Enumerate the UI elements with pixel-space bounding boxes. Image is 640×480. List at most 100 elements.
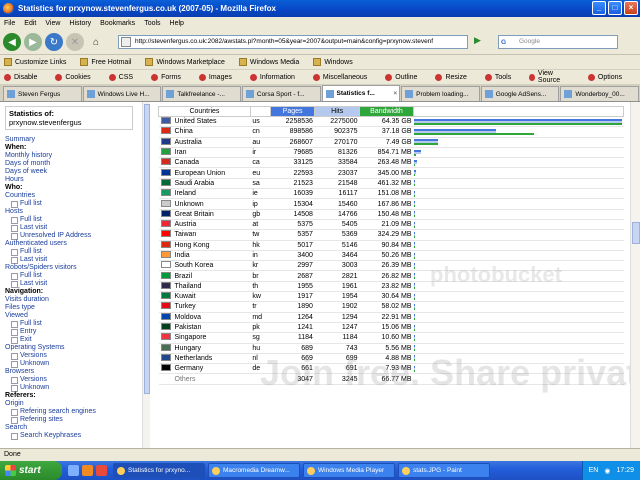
nav-link-robots-spiders-visitors[interactable]: Robots/Spiders visitors <box>5 264 145 272</box>
tab-steven-fergus[interactable]: Steven Fergus <box>3 86 82 101</box>
pages-value: 16039 <box>270 188 315 200</box>
forward-icon[interactable]: ▶ <box>24 33 42 51</box>
nav-sub-search-keyphrases[interactable]: Search Keyphrases <box>5 432 145 440</box>
nav-link-search[interactable]: Search <box>5 424 145 432</box>
nav-sub-entry[interactable]: Entry <box>5 328 145 336</box>
nav-sub-last-visit[interactable]: Last visit <box>5 280 145 288</box>
menu-tools[interactable]: Tools <box>144 20 160 27</box>
bookmark-windows-marketplace[interactable]: Windows Marketplace <box>145 58 231 66</box>
nav-sub-last-visit[interactable]: Last visit <box>5 224 145 232</box>
go-icon[interactable]: ▶ <box>474 35 490 49</box>
nav-sub-versions[interactable]: Versions <box>5 376 145 384</box>
devbar-cookies[interactable]: Cookies <box>55 73 99 81</box>
tab-problem-loading[interactable]: Problem loading... <box>401 86 480 101</box>
nav-sub-full-list[interactable]: Full list <box>5 200 145 208</box>
nav-link-monthly-history[interactable]: Monthly history <box>5 152 145 160</box>
nav-sub-unknown[interactable]: Unknown <box>5 384 145 392</box>
devbar-images[interactable]: Images <box>198 73 241 81</box>
search-input[interactable]: G Google <box>498 35 618 49</box>
nav-link-days-of-month[interactable]: Days of month <box>5 160 145 168</box>
stop-icon[interactable]: ✕ <box>66 33 84 51</box>
start-button[interactable]: start <box>0 461 62 480</box>
nav-link-browsers[interactable]: Browsers <box>5 368 145 376</box>
devbar-disable[interactable]: Disable <box>4 73 46 81</box>
taskbar-macromedia-dreamw[interactable]: Macromedia Dreamw... <box>208 463 300 478</box>
taskbar-windows-media-player[interactable]: Windows Media Player <box>303 463 395 478</box>
menu-edit[interactable]: Edit <box>24 20 36 27</box>
nav-sub-refering-search-engines[interactable]: Refering search engines <box>5 408 145 416</box>
scrollbar-thumb[interactable] <box>144 104 150 394</box>
nav-sub-versions[interactable]: Versions <box>5 352 145 360</box>
window-titlebar[interactable]: Statistics for prxynow.stevenfergus.co.u… <box>0 0 640 17</box>
flag-cell <box>158 373 173 385</box>
nav-sub-exit[interactable]: Exit <box>5 336 145 344</box>
scrollbar-thumb[interactable] <box>632 222 640 244</box>
nav-sub-unresolved-ip-address[interactable]: Unresolved IP Address <box>5 232 145 240</box>
nav-link-days-of-week[interactable]: Days of week <box>5 168 145 176</box>
devbar-css[interactable]: CSS <box>108 73 142 81</box>
nav-sub-full-list[interactable]: Full list <box>5 320 145 328</box>
menu-bookmarks[interactable]: Bookmarks <box>100 20 135 27</box>
address-bar[interactable]: http://stevenfergus.co.uk:2082/awstats.p… <box>118 35 468 49</box>
maximize-button[interactable]: □ <box>608 1 622 15</box>
nav-link-summary[interactable]: Summary <box>5 136 145 144</box>
bookmark-windows[interactable]: Windows <box>313 58 359 66</box>
tab-wonderboy-00[interactable]: Wonderboy_00... <box>560 86 639 101</box>
taskbar-stats-jpg-paint[interactable]: stats.JPG - Paint <box>398 463 490 478</box>
language-indicator[interactable]: EN <box>589 467 599 474</box>
devbar-resize[interactable]: Resize <box>435 73 475 81</box>
tab-statistics-f[interactable]: Statistics f... × <box>321 85 401 101</box>
bookmark-label: Free Hotmail <box>91 58 132 66</box>
devbar-forms[interactable]: Forms <box>151 73 190 81</box>
show-desktop-icon[interactable] <box>68 465 79 476</box>
bandwidth-value: 5.56 MB <box>359 343 414 354</box>
reload-icon[interactable]: ↻ <box>45 33 63 51</box>
nav-link-operating-systems[interactable]: Operating Systems <box>5 344 145 352</box>
nav-link-authenticated-users[interactable]: Authenticated users <box>5 240 145 248</box>
tab-talkfreelance[interactable]: Talkfreelance -... <box>162 86 241 101</box>
country-code: kr <box>250 260 271 272</box>
media-player-icon[interactable] <box>96 465 107 476</box>
nav-link-origin[interactable]: Origin <box>5 400 145 408</box>
page-scrollbar[interactable] <box>630 102 640 448</box>
sidebar-scrollbar[interactable] <box>142 102 150 448</box>
nav-link-viewed[interactable]: Viewed <box>5 312 145 320</box>
pages-value: 898586 <box>270 126 315 138</box>
nav-sub-full-list[interactable]: Full list <box>5 216 145 224</box>
menu-file[interactable]: File <box>4 20 15 27</box>
hits-value: 23037 <box>314 167 360 179</box>
taskbar-statistics-for-prxyno[interactable]: Statistics for prxyno... <box>113 463 205 478</box>
tray-icon[interactable]: ◉ <box>604 467 610 475</box>
nav-link-visits-duration[interactable]: Visits duration <box>5 296 145 304</box>
devbar-information[interactable]: Information <box>249 73 304 81</box>
devbar-view-source[interactable]: View Source <box>529 70 579 84</box>
home-icon[interactable]: ⌂ <box>87 33 105 51</box>
devbar-miscellaneous[interactable]: Miscellaneous <box>312 73 376 81</box>
close-button[interactable]: × <box>624 1 638 15</box>
nav-sub-refering-sites[interactable]: Refering sites <box>5 416 145 424</box>
menu-help[interactable]: Help <box>170 20 184 27</box>
nav-link-hours[interactable]: Hours <box>5 176 145 184</box>
back-icon[interactable]: ◀ <box>3 33 21 51</box>
minimize-button[interactable]: _ <box>592 1 606 15</box>
tab-corsa-sport-f[interactable]: Corsa Sport - f... <box>241 86 321 101</box>
firefox-launch-icon[interactable] <box>82 465 93 476</box>
nav-link-files-type[interactable]: Files type <box>5 304 145 312</box>
bookmark-windows-media[interactable]: Windows Media <box>238 58 306 66</box>
tab-windows-live-h[interactable]: Windows Live H... <box>82 86 162 101</box>
nav-sub-full-list[interactable]: Full list <box>5 248 145 256</box>
nav-sub-last-visit[interactable]: Last visit <box>5 256 145 264</box>
tab-google-adsens[interactable]: Google AdSens... <box>480 86 560 101</box>
devbar-outline[interactable]: Outline <box>385 73 426 81</box>
nav-sub-unknown[interactable]: Unknown <box>5 360 145 368</box>
menu-view[interactable]: View <box>45 20 60 27</box>
nav-sub-full-list[interactable]: Full list <box>5 272 145 280</box>
nav-link-hosts[interactable]: Hosts <box>5 208 145 216</box>
devbar-tools[interactable]: Tools <box>484 73 520 81</box>
nav-link-countries[interactable]: Countries <box>5 192 145 200</box>
bookmark-free-hotmail[interactable]: Free Hotmail <box>80 58 138 66</box>
bookmark-customize-links[interactable]: Customize Links <box>4 58 73 66</box>
devbar-options[interactable]: Options <box>587 73 631 81</box>
tab-close-icon[interactable]: × <box>393 90 397 97</box>
menu-history[interactable]: History <box>69 20 91 27</box>
